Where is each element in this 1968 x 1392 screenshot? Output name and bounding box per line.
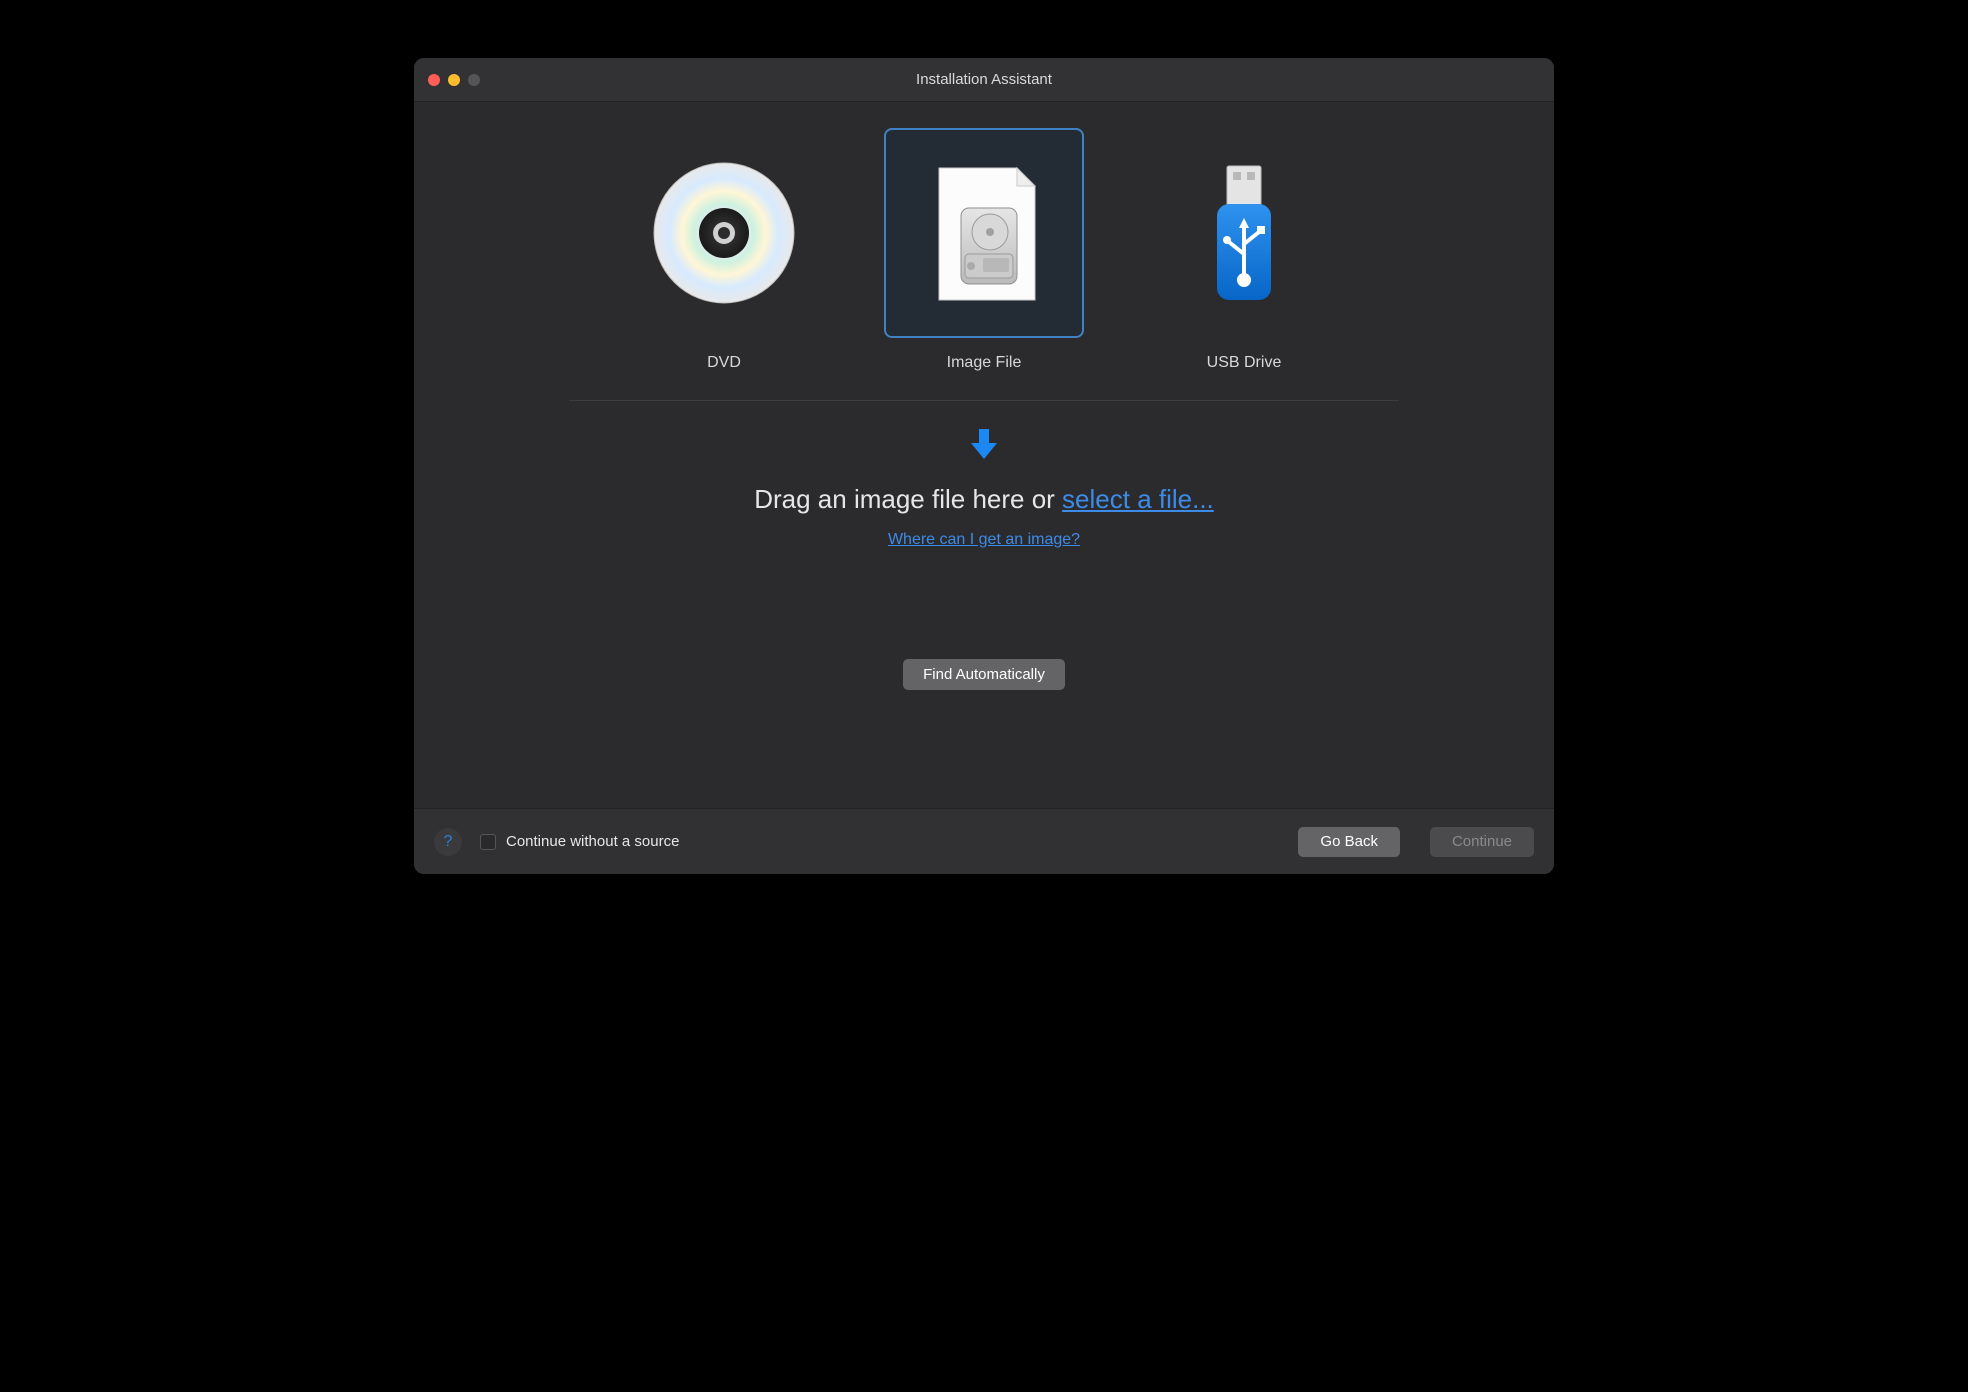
image-file-label: Image File [947,354,1022,372]
question-mark-icon: ? [444,833,453,851]
continue-without-source-checkbox[interactable]: Continue without a source [480,833,679,850]
footer: ? Continue without a source Go Back Cont… [414,808,1554,874]
source-options: DVD [454,128,1514,372]
close-window-button[interactable] [428,74,440,86]
help-button[interactable]: ? [434,828,462,856]
drag-prompt-text: Drag an image file here or [754,484,1062,514]
usb-drive-icon [1144,128,1344,338]
divider [569,400,1399,401]
select-file-link[interactable]: select a file... [1062,484,1214,514]
checkbox-box [480,834,496,850]
image-file-icon [884,128,1084,338]
maximize-window-button [468,74,480,86]
usb-drive-label: USB Drive [1207,354,1282,372]
down-arrow-icon [969,427,999,466]
traffic-lights [428,74,480,86]
find-automatically-button[interactable]: Find Automatically [903,659,1065,690]
dropzone[interactable]: Drag an image file here or select a file… [454,427,1514,690]
window-title: Installation Assistant [414,71,1554,88]
continue-without-source-label: Continue without a source [506,833,679,850]
titlebar: Installation Assistant [414,58,1554,102]
where-get-image-link[interactable]: Where can I get an image? [888,531,1080,549]
dvd-label: DVD [707,354,741,372]
source-option-dvd[interactable]: DVD [624,128,824,372]
dvd-icon [624,128,824,338]
go-back-button[interactable]: Go Back [1298,827,1400,857]
continue-button: Continue [1430,827,1534,857]
source-option-image-file[interactable]: Image File [884,128,1084,372]
source-option-usb-drive[interactable]: USB Drive [1144,128,1344,372]
content-area: DVD [414,102,1554,782]
drag-prompt: Drag an image file here or select a file… [754,484,1214,515]
minimize-window-button[interactable] [448,74,460,86]
installation-assistant-window: Installation Assistant [414,58,1554,874]
